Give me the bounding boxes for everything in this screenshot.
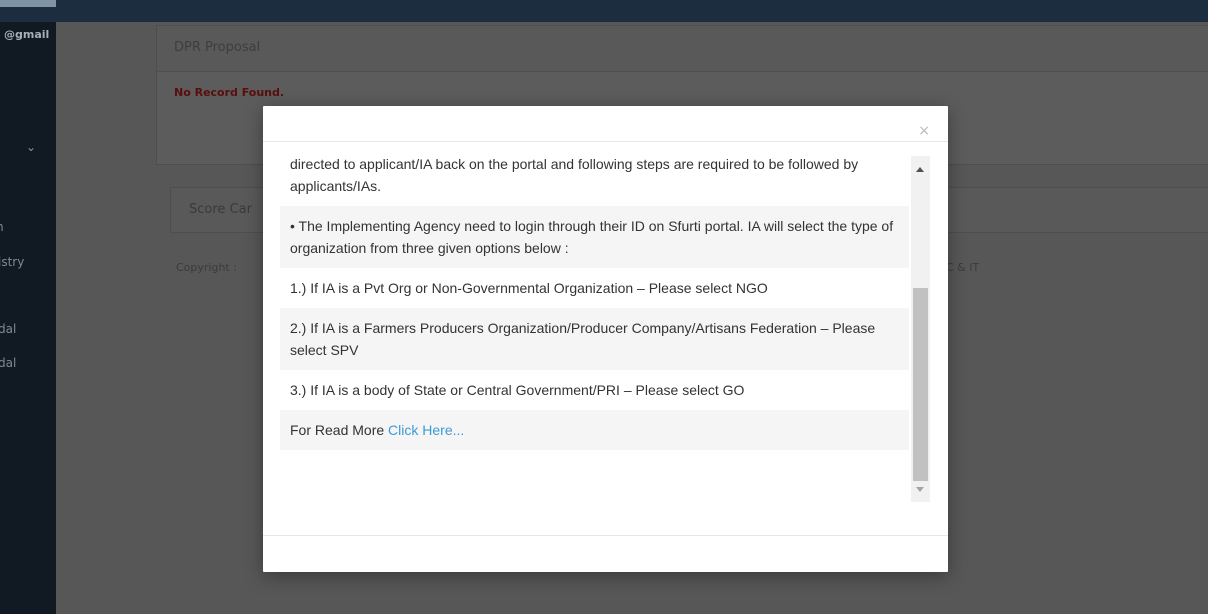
- sidebar-user-email: @gmail: [4, 28, 50, 41]
- sidebar-item-4[interactable]: dal: [0, 356, 16, 370]
- top-bar: [0, 0, 1208, 22]
- list-item: 1.) If IA is a Pvt Org or Non-Government…: [280, 268, 909, 308]
- read-more-row: For Read More Click Here...: [280, 410, 909, 450]
- panel-title: DPR Proposal: [157, 26, 1208, 72]
- sidebar-item-1[interactable]: n: [0, 220, 4, 234]
- copyright-text: Copyright :: [176, 261, 237, 274]
- modal-header: ×: [263, 106, 948, 142]
- top-bar-accent: [0, 0, 56, 7]
- footer-right-text: C & IT: [946, 261, 980, 274]
- modal-footer-divider: [263, 535, 948, 536]
- sidebar-item-2[interactable]: istry: [0, 255, 24, 269]
- list-item: directed to applicant/IA back on the por…: [280, 156, 909, 206]
- modal-content: directed to applicant/IA back on the por…: [280, 156, 909, 450]
- read-more-label: For Read More: [290, 422, 389, 438]
- list-item: • The Implementing Agency need to login …: [280, 206, 909, 268]
- info-modal: × directed to applicant/IA back on the p…: [263, 106, 948, 572]
- click-here-link[interactable]: Click Here...: [388, 422, 464, 438]
- scrollbar-thumb[interactable]: [913, 288, 928, 481]
- list-item: 3.) If IA is a body of State or Central …: [280, 370, 909, 410]
- scroll-up-icon[interactable]: [916, 167, 924, 172]
- list-item: 2.) If IA is a Farmers Producers Organiz…: [280, 308, 909, 370]
- sidebar: @gmail ⌄ n istry dal dal: [0, 22, 56, 614]
- modal-scroll-area[interactable]: directed to applicant/IA back on the por…: [280, 156, 930, 502]
- sidebar-item-3[interactable]: dal: [0, 322, 16, 336]
- chevron-down-icon[interactable]: ⌄: [26, 140, 36, 154]
- scroll-down-icon[interactable]: [916, 487, 924, 492]
- vertical-scrollbar[interactable]: [911, 156, 930, 502]
- close-icon[interactable]: ×: [918, 124, 930, 138]
